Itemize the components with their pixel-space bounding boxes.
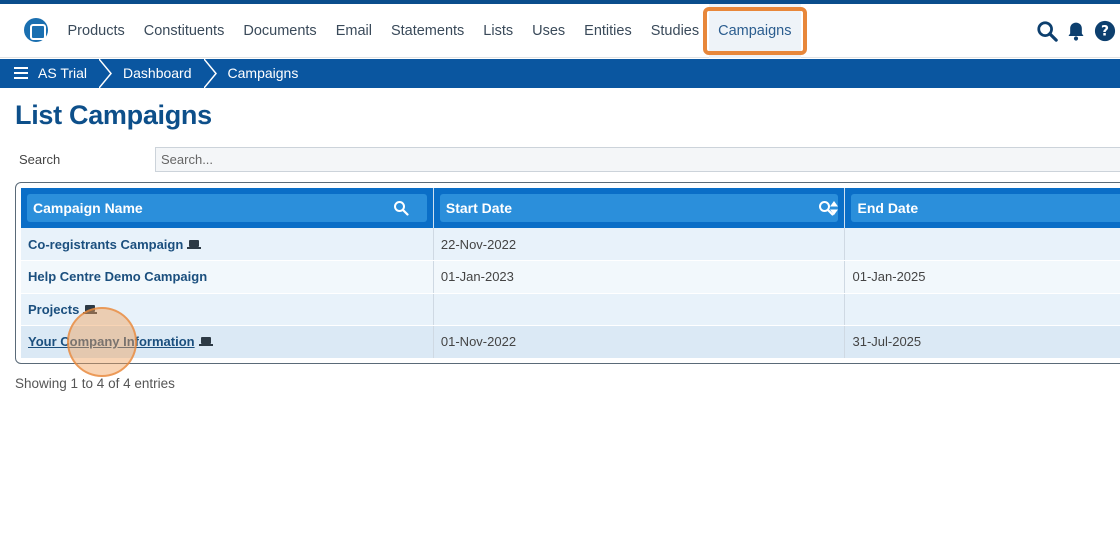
table-row[interactable]: Help Centre Demo Campaign 01-Jan-2023 01… (21, 260, 1120, 294)
nav-item-studies[interactable]: Studies (641, 4, 708, 58)
page-title: List Campaigns (15, 100, 212, 130)
campaign-name-cell[interactable]: Your Company Information (21, 325, 434, 359)
help-icon[interactable]: ? (1094, 20, 1116, 42)
start-date-cell: 22-Nov-2022 (433, 228, 846, 261)
table-row[interactable]: Co-registrants Campaign 22-Nov-2022 (21, 228, 1120, 261)
start-date-cell (433, 293, 846, 326)
campaign-link[interactable]: Your Company Information (28, 334, 195, 349)
campaign-link[interactable]: Help Centre Demo Campaign (28, 269, 207, 284)
campaigns-table: Campaign Name Start Date End Date Co-reg… (21, 188, 1120, 359)
table-row[interactable]: Projects (21, 293, 1120, 326)
breadcrumb-item-trial[interactable]: AS Trial (0, 59, 87, 88)
breadcrumb: AS Trial Dashboard Campaigns (0, 59, 1120, 88)
campaign-name-cell[interactable]: Co-registrants Campaign (21, 228, 434, 261)
column-header-start-date[interactable]: Start Date (433, 188, 846, 228)
end-date-cell (844, 293, 1120, 326)
table-row[interactable]: Your Company Information 01-Nov-2022 31-… (21, 325, 1120, 359)
campaigns-table-container: Campaign Name Start Date End Date Co-reg… (15, 182, 1120, 364)
search-icon[interactable] (1036, 20, 1058, 42)
breadcrumb-chevron-icon (99, 59, 113, 88)
column-label: End Date (857, 200, 919, 216)
nav-item-statements[interactable]: Statements (381, 4, 473, 58)
nav-item-campaigns[interactable]: Campaigns (702, 4, 808, 58)
nav-item-lists[interactable]: Lists (474, 4, 523, 58)
campaign-name-cell[interactable]: Help Centre Demo Campaign (21, 260, 434, 294)
laptop-icon (198, 337, 213, 347)
column-label: Start Date (445, 200, 513, 216)
campaign-link[interactable]: Projects (28, 302, 79, 317)
breadcrumb-item-dashboard[interactable]: Dashboard (113, 59, 192, 88)
campaign-link[interactable]: Co-registrants Campaign (28, 237, 183, 252)
end-date-cell: 31-Jul-2025 (844, 325, 1120, 359)
laptop-icon (187, 239, 202, 250)
column-header-end-date[interactable]: End Date (844, 188, 1120, 228)
bell-icon[interactable] (1066, 21, 1086, 41)
column-search-icon[interactable] (393, 200, 409, 216)
svg-text:?: ? (1101, 24, 1109, 40)
column-label: Campaign Name (33, 200, 143, 216)
breadcrumb-item-campaigns: Campaigns (227, 65, 299, 81)
end-date-cell: 01-Jan-2025 (844, 260, 1120, 294)
laptop-icon (83, 304, 98, 315)
start-date-cell: 01-Nov-2022 (433, 325, 846, 359)
table-header-row: Campaign Name Start Date End Date (21, 188, 1120, 228)
nav-item-entities[interactable]: Entities (575, 4, 642, 58)
nav-item-uses[interactable]: Uses (523, 4, 575, 58)
menu-icon[interactable] (14, 67, 28, 79)
nav-item-constituents[interactable]: Constituents (134, 4, 234, 58)
main-nav: Products Constituents Documents Email St… (58, 4, 808, 58)
nav-item-email[interactable]: Email (326, 4, 381, 58)
sort-both-icon[interactable] (829, 200, 839, 216)
nav-item-documents[interactable]: Documents (234, 4, 326, 58)
breadcrumb-chevron-icon (203, 59, 218, 88)
end-date-cell (844, 228, 1120, 261)
table-info: Showing 1 to 4 of 4 entries (15, 376, 175, 391)
column-header-campaign-name[interactable]: Campaign Name (21, 188, 434, 228)
search-input[interactable] (155, 147, 1120, 172)
top-navbar: Products Constituents Documents Email St… (0, 0, 1120, 58)
app-logo-icon[interactable] (24, 18, 48, 42)
search-label: Search (19, 152, 61, 167)
start-date-cell: 01-Jan-2023 (433, 260, 846, 294)
campaign-name-cell[interactable]: Projects (21, 293, 434, 326)
nav-item-products[interactable]: Products (58, 4, 134, 58)
top-icons: ? (1036, 4, 1120, 58)
